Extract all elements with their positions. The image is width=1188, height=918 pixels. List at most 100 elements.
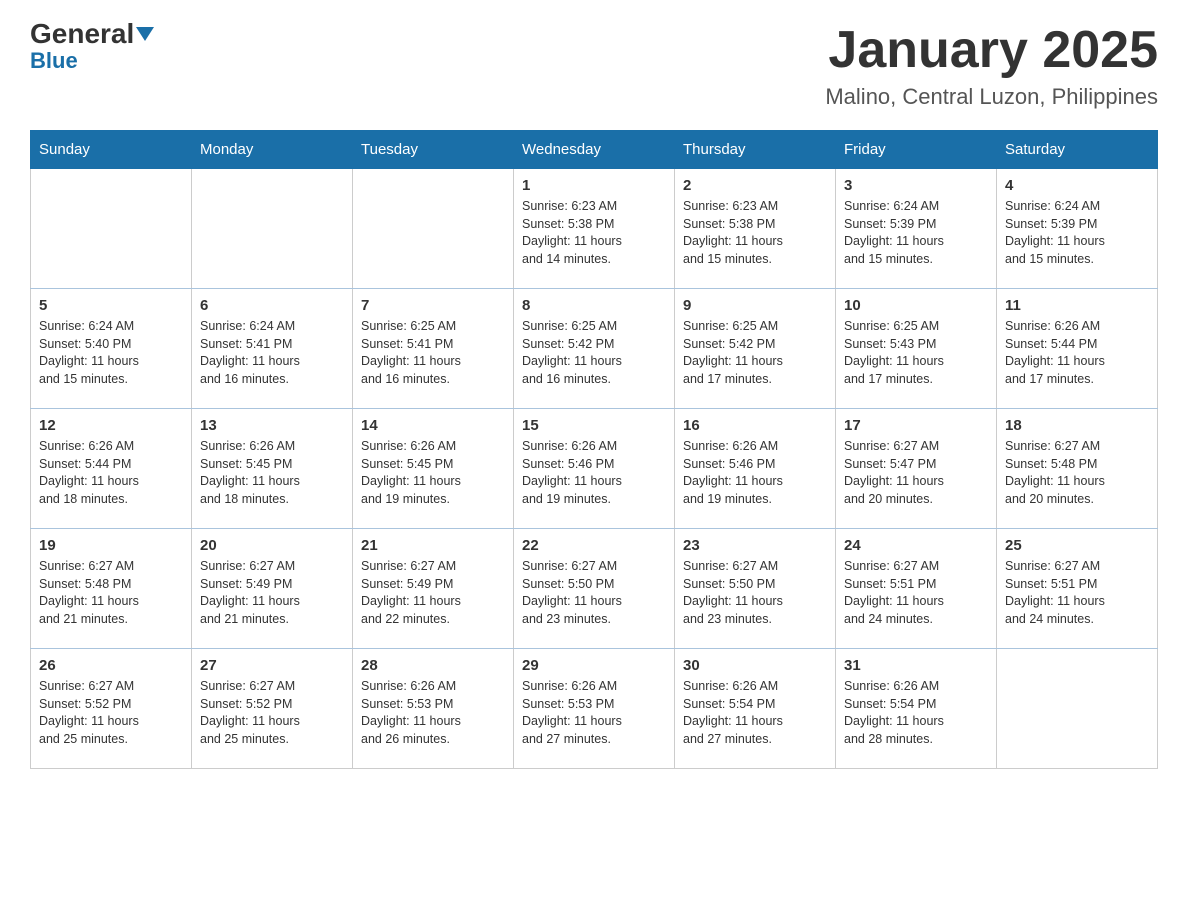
day-number: 21: [361, 537, 505, 554]
day-info: Sunrise: 6:24 AM Sunset: 5:39 PM Dayligh…: [844, 198, 988, 268]
day-info: Sunrise: 6:26 AM Sunset: 5:45 PM Dayligh…: [200, 438, 344, 508]
calendar-cell: 7Sunrise: 6:25 AM Sunset: 5:41 PM Daylig…: [353, 289, 514, 409]
calendar-cell: 12 Sunrise: 6:26 AM Sunset: 5:44 PM Dayli…: [31, 409, 192, 529]
day-of-week-header: Thursday: [675, 131, 836, 169]
calendar-cell: 15Sunrise: 6:26 AM Sunset: 5:46 PM Dayli…: [514, 409, 675, 529]
calendar-cell: 27Sunrise: 6:27 AM Sunset: 5:52 PM Dayli…: [192, 649, 353, 769]
day-number: 1: [522, 177, 666, 194]
calendar-cell: 9 Sunrise: 6:25 AM Sunset: 5:42 PM Daylig…: [675, 289, 836, 409]
day-info: Sunrise: 6:27 AM Sunset: 5:50 PM Dayligh…: [522, 558, 666, 628]
day-number: 24: [844, 537, 988, 554]
day-info: Sunrise: 6:25 AM Sunset: 5:42 PM Dayligh…: [522, 318, 666, 388]
calendar-cell: 23 Sunrise: 6:27 AM Sunset: 5:50 PM Dayli…: [675, 529, 836, 649]
day-of-week-header: Monday: [192, 131, 353, 169]
day-number: 13: [200, 417, 344, 434]
calendar-cell: 5Sunrise: 6:24 AM Sunset: 5:40 PM Daylig…: [31, 289, 192, 409]
day-number: 14: [361, 417, 505, 434]
day-number: 2: [683, 177, 827, 194]
day-info: Sunrise: 6:27 AM Sunset: 5:48 PM Dayligh…: [39, 558, 183, 628]
day-info: Sunrise: 6:26 AM Sunset: 5:44 PM Dayligh…: [39, 438, 183, 508]
calendar-cell: 19Sunrise: 6:27 AM Sunset: 5:48 PM Dayli…: [31, 529, 192, 649]
day-info: Sunrise: 6:25 AM Sunset: 5:43 PM Dayligh…: [844, 318, 988, 388]
logo-triangle-icon: [136, 27, 154, 41]
title-area: January 2025 Malino, Central Luzon, Phil…: [825, 20, 1158, 110]
day-number: 4: [1005, 177, 1149, 194]
calendar-header-row: SundayMondayTuesdayWednesdayThursdayFrid…: [31, 131, 1158, 169]
day-info: Sunrise: 6:24 AM Sunset: 5:41 PM Dayligh…: [200, 318, 344, 388]
calendar-cell: [353, 169, 514, 289]
day-info: Sunrise: 6:25 AM Sunset: 5:42 PM Dayligh…: [683, 318, 827, 388]
day-number: 25: [1005, 537, 1149, 554]
calendar-cell: [31, 169, 192, 289]
day-info: Sunrise: 6:27 AM Sunset: 5:51 PM Dayligh…: [1005, 558, 1149, 628]
calendar-cell: 14 Sunrise: 6:26 AM Sunset: 5:45 PM Dayli…: [353, 409, 514, 529]
day-number: 23: [683, 537, 827, 554]
day-number: 31: [844, 657, 988, 674]
calendar-cell: 17Sunrise: 6:27 AM Sunset: 5:47 PM Dayli…: [836, 409, 997, 529]
day-number: 8: [522, 297, 666, 314]
calendar-cell: [997, 649, 1158, 769]
calendar-cell: 20Sunrise: 6:27 AM Sunset: 5:49 PM Dayli…: [192, 529, 353, 649]
day-info: Sunrise: 6:23 AM Sunset: 5:38 PM Dayligh…: [522, 198, 666, 268]
day-number: 18: [1005, 417, 1149, 434]
logo-general-text: General: [30, 20, 154, 48]
day-info: Sunrise: 6:27 AM Sunset: 5:52 PM Dayligh…: [39, 678, 183, 748]
day-number: 12: [39, 417, 183, 434]
calendar-title: January 2025: [825, 20, 1158, 80]
day-info: Sunrise: 6:26 AM Sunset: 5:54 PM Dayligh…: [844, 678, 988, 748]
calendar-cell: 10 Sunrise: 6:25 AM Sunset: 5:43 PM Dayli…: [836, 289, 997, 409]
calendar-week-row: 1 Sunrise: 6:23 AM Sunset: 5:38 PM Daylig…: [31, 169, 1158, 289]
day-number: 9: [683, 297, 827, 314]
day-of-week-header: Saturday: [997, 131, 1158, 169]
day-info: Sunrise: 6:27 AM Sunset: 5:49 PM Dayligh…: [361, 558, 505, 628]
calendar-week-row: 5Sunrise: 6:24 AM Sunset: 5:40 PM Daylig…: [31, 289, 1158, 409]
calendar-cell: 28 Sunrise: 6:26 AM Sunset: 5:53 PM Dayli…: [353, 649, 514, 769]
logo-blue-text: Blue: [30, 48, 78, 74]
day-info: Sunrise: 6:25 AM Sunset: 5:41 PM Dayligh…: [361, 318, 505, 388]
day-of-week-header: Friday: [836, 131, 997, 169]
day-info: Sunrise: 6:26 AM Sunset: 5:46 PM Dayligh…: [683, 438, 827, 508]
day-of-week-header: Tuesday: [353, 131, 514, 169]
day-number: 26: [39, 657, 183, 674]
calendar-cell: 21 Sunrise: 6:27 AM Sunset: 5:49 PM Dayli…: [353, 529, 514, 649]
calendar-cell: 24 Sunrise: 6:27 AM Sunset: 5:51 PM Dayli…: [836, 529, 997, 649]
calendar-cell: 29Sunrise: 6:26 AM Sunset: 5:53 PM Dayli…: [514, 649, 675, 769]
calendar-cell: 22 Sunrise: 6:27 AM Sunset: 5:50 PM Dayli…: [514, 529, 675, 649]
day-info: Sunrise: 6:26 AM Sunset: 5:53 PM Dayligh…: [361, 678, 505, 748]
logo: General Blue: [30, 20, 154, 74]
calendar-cell: 25 Sunrise: 6:27 AM Sunset: 5:51 PM Dayli…: [997, 529, 1158, 649]
calendar-cell: 30 Sunrise: 6:26 AM Sunset: 5:54 PM Dayli…: [675, 649, 836, 769]
calendar-cell: 8 Sunrise: 6:25 AM Sunset: 5:42 PM Daylig…: [514, 289, 675, 409]
day-info: Sunrise: 6:26 AM Sunset: 5:54 PM Dayligh…: [683, 678, 827, 748]
day-info: Sunrise: 6:27 AM Sunset: 5:47 PM Dayligh…: [844, 438, 988, 508]
page-header: General Blue January 2025 Malino, Centra…: [30, 20, 1158, 110]
day-of-week-header: Sunday: [31, 131, 192, 169]
day-info: Sunrise: 6:26 AM Sunset: 5:44 PM Dayligh…: [1005, 318, 1149, 388]
calendar-cell: 26 Sunrise: 6:27 AM Sunset: 5:52 PM Dayli…: [31, 649, 192, 769]
calendar-table: SundayMondayTuesdayWednesdayThursdayFrid…: [30, 130, 1158, 769]
calendar-cell: 1 Sunrise: 6:23 AM Sunset: 5:38 PM Daylig…: [514, 169, 675, 289]
day-info: Sunrise: 6:26 AM Sunset: 5:45 PM Dayligh…: [361, 438, 505, 508]
calendar-cell: 18 Sunrise: 6:27 AM Sunset: 5:48 PM Dayli…: [997, 409, 1158, 529]
day-number: 22: [522, 537, 666, 554]
calendar-cell: 3 Sunrise: 6:24 AM Sunset: 5:39 PM Daylig…: [836, 169, 997, 289]
day-info: Sunrise: 6:27 AM Sunset: 5:52 PM Dayligh…: [200, 678, 344, 748]
day-number: 29: [522, 657, 666, 674]
day-number: 30: [683, 657, 827, 674]
day-info: Sunrise: 6:27 AM Sunset: 5:50 PM Dayligh…: [683, 558, 827, 628]
calendar-cell: 6 Sunrise: 6:24 AM Sunset: 5:41 PM Daylig…: [192, 289, 353, 409]
day-info: Sunrise: 6:27 AM Sunset: 5:51 PM Dayligh…: [844, 558, 988, 628]
calendar-cell: 4 Sunrise: 6:24 AM Sunset: 5:39 PM Daylig…: [997, 169, 1158, 289]
calendar-cell: 16Sunrise: 6:26 AM Sunset: 5:46 PM Dayli…: [675, 409, 836, 529]
day-info: Sunrise: 6:27 AM Sunset: 5:49 PM Dayligh…: [200, 558, 344, 628]
day-number: 3: [844, 177, 988, 194]
calendar-subtitle: Malino, Central Luzon, Philippines: [825, 84, 1158, 110]
day-info: Sunrise: 6:27 AM Sunset: 5:48 PM Dayligh…: [1005, 438, 1149, 508]
day-number: 10: [844, 297, 988, 314]
day-number: 15: [522, 417, 666, 434]
day-number: 6: [200, 297, 344, 314]
day-number: 5: [39, 297, 183, 314]
day-info: Sunrise: 6:23 AM Sunset: 5:38 PM Dayligh…: [683, 198, 827, 268]
day-number: 28: [361, 657, 505, 674]
day-info: Sunrise: 6:24 AM Sunset: 5:39 PM Dayligh…: [1005, 198, 1149, 268]
